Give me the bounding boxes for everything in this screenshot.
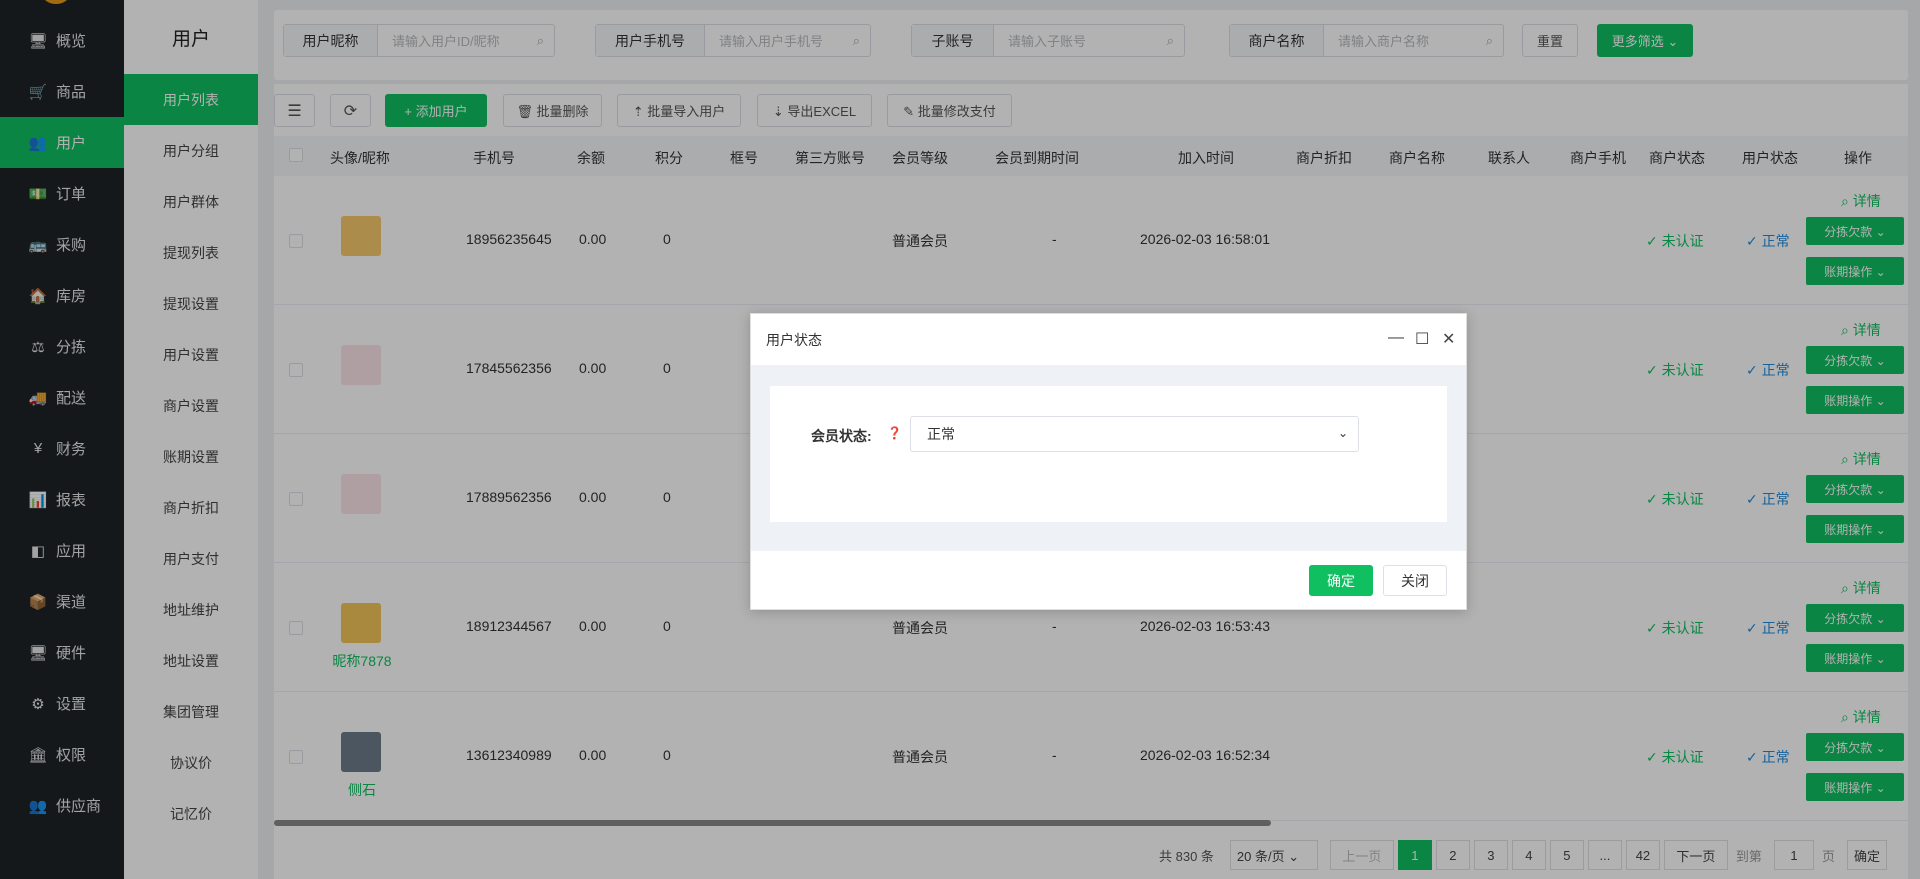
dialog-header: 用户状态 — ☐ ✕ (751, 314, 1466, 365)
close-icon[interactable]: ✕ (1442, 329, 1455, 349)
help-icon[interactable]: ❓ (887, 426, 902, 440)
member-status-value: 正常 (927, 426, 955, 442)
dialog-form-panel: 会员状态: ❓ 正常 ⌄ (770, 386, 1447, 522)
chevron-down-icon: ⌄ (1337, 426, 1348, 440)
minimize-icon[interactable]: — (1388, 329, 1404, 347)
dialog-title: 用户状态 (766, 331, 822, 348)
member-status-label: 会员状态: (811, 428, 872, 444)
dialog-body: 会员状态: ❓ 正常 ⌄ (751, 365, 1466, 551)
user-status-dialog: 用户状态 — ☐ ✕ 会员状态: ❓ 正常 ⌄ 确定 关闭 (750, 313, 1467, 610)
close-button[interactable]: 关闭 (1383, 565, 1447, 596)
confirm-button[interactable]: 确定 (1309, 565, 1373, 596)
dialog-footer: 确定 关闭 (751, 551, 1466, 609)
maximize-icon[interactable]: ☐ (1415, 329, 1429, 349)
member-status-select[interactable]: 正常 ⌄ (910, 416, 1359, 452)
